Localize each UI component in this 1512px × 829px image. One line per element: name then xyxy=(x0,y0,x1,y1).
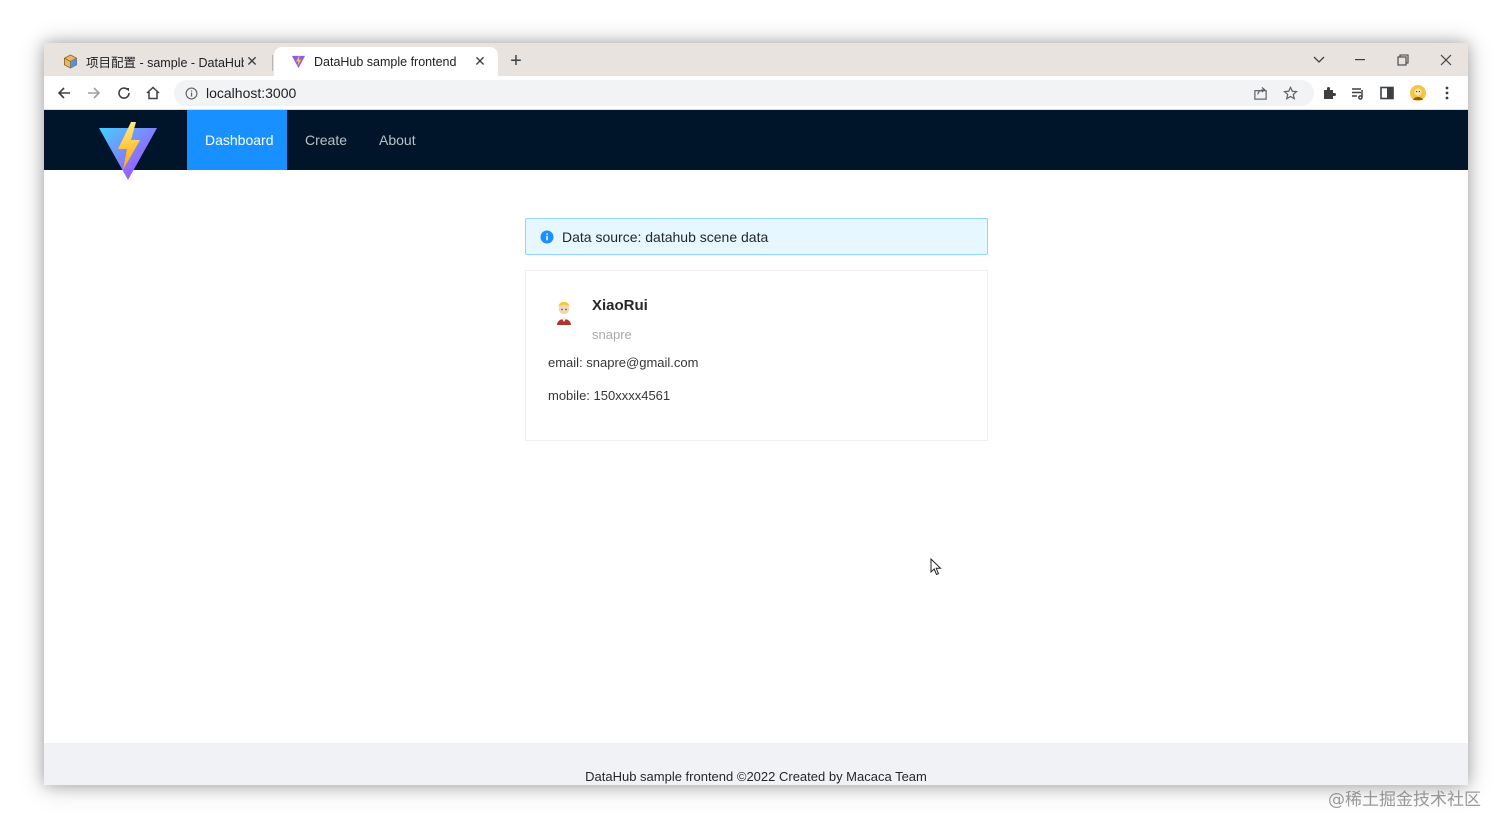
browser-toolbar: localhost:3000 xyxy=(44,76,1468,110)
tab-title: DataHub sample frontend xyxy=(314,54,457,69)
nav-dashboard[interactable]: Dashboard xyxy=(187,110,287,170)
screen: 项目配置 - sample - DataHub ✕ DataHub sample… xyxy=(0,0,1512,829)
tab-divider xyxy=(272,55,273,71)
address-text: localhost:3000 xyxy=(206,85,297,101)
user-card: XiaoRui snapre email: snapre@gmail.com m… xyxy=(525,270,988,441)
address-bar[interactable]: localhost:3000 xyxy=(174,80,1314,106)
window-close-icon[interactable] xyxy=(1425,43,1467,76)
vite-icon xyxy=(290,54,306,70)
new-tab-button[interactable]: + xyxy=(504,49,528,73)
extensions-icon[interactable] xyxy=(1317,81,1341,105)
alert-message: Data source: datahub scene data xyxy=(562,228,769,245)
cube-icon xyxy=(62,54,78,70)
user-name: XiaoRui xyxy=(592,297,648,314)
star-icon[interactable] xyxy=(1280,84,1300,102)
vite-logo xyxy=(98,122,158,184)
tab-strip: 项目配置 - sample - DataHub ✕ DataHub sample… xyxy=(44,43,1468,76)
nav-create[interactable]: Create xyxy=(287,110,365,170)
user-username: snapre xyxy=(592,327,632,342)
close-icon[interactable]: ✕ xyxy=(244,53,260,70)
home-icon[interactable] xyxy=(141,81,165,105)
side-panel-icon[interactable] xyxy=(1375,81,1399,105)
info-icon xyxy=(540,230,554,243)
close-icon[interactable]: ✕ xyxy=(472,53,488,70)
minimize-icon[interactable] xyxy=(1340,43,1382,76)
app-header: Dashboard Create About xyxy=(44,110,1468,170)
page-content: Dashboard Create About Data source: data… xyxy=(44,110,1468,785)
avatar xyxy=(548,295,580,327)
menu-icon[interactable] xyxy=(1435,81,1459,105)
profile-icon[interactable] xyxy=(1406,81,1430,105)
forward-icon[interactable] xyxy=(82,81,106,105)
data-source-alert: Data source: datahub scene data xyxy=(525,218,988,255)
watermark-text: @稀土掘金技术社区 xyxy=(1328,790,1481,810)
reload-icon[interactable] xyxy=(112,81,136,105)
share-icon[interactable] xyxy=(1250,84,1270,102)
user-mobile: mobile: 150xxxx4561 xyxy=(548,388,671,403)
app-footer: DataHub sample frontend ©2022 Created by… xyxy=(44,743,1468,785)
browser-window: 项目配置 - sample - DataHub ✕ DataHub sample… xyxy=(44,43,1468,785)
meta-text: XiaoRui snapre xyxy=(592,295,648,342)
tab-project-config[interactable]: 项目配置 - sample - DataHub ✕ xyxy=(46,47,270,76)
back-icon[interactable] xyxy=(52,81,76,105)
nav-about[interactable]: About xyxy=(361,110,434,170)
restore-icon[interactable] xyxy=(1382,43,1424,76)
tab-title: 项目配置 - sample - DataHub xyxy=(86,56,244,70)
mouse-cursor-icon xyxy=(930,558,942,576)
site-info-icon[interactable] xyxy=(184,86,198,100)
reading-list-icon[interactable] xyxy=(1346,81,1370,105)
user-email: email: snapre@gmail.com xyxy=(548,355,699,370)
tab-datahub-frontend[interactable]: DataHub sample frontend ✕ xyxy=(274,47,498,76)
tab-search-icon[interactable] xyxy=(1298,43,1340,76)
footer-text: DataHub sample frontend ©2022 Created by… xyxy=(585,769,927,784)
card-meta: XiaoRui snapre xyxy=(548,295,987,342)
